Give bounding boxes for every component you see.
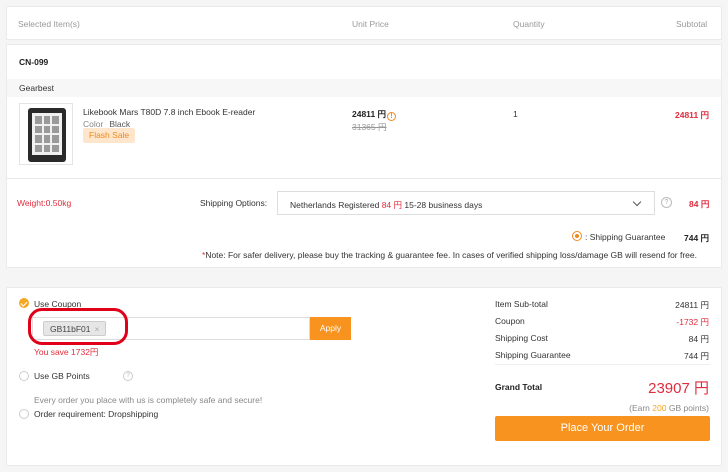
shipping-note: *Note: For safer delivery, please buy th… <box>202 250 697 260</box>
help-icon[interactable]: ? <box>661 197 672 208</box>
summary-value: -1732 円 <box>676 317 709 327</box>
ereader-screen <box>32 113 62 155</box>
cart-header: Selected Item(s) Unit Price Quantity Sub… <box>6 6 722 40</box>
safety-message: Every order you place with us is complet… <box>34 395 263 405</box>
summary-label: Item Sub-total <box>495 299 548 309</box>
place-order-button[interactable]: Place Your Order <box>495 416 710 441</box>
product-name[interactable]: Likebook Mars T80D 7.8 inch Ebook E-read… <box>83 107 255 117</box>
use-coupon-checkbox[interactable] <box>19 298 29 308</box>
note-text: Note: For safer delivery, please buy the… <box>205 250 697 260</box>
shipping-guarantee-radio[interactable] <box>572 231 582 241</box>
highlight-circle <box>28 308 128 345</box>
shipping-fee: 84 円 <box>689 199 710 209</box>
package-weight: Weight:0.50kg <box>17 198 72 208</box>
dropshipping-label: Order requirement: Dropshipping <box>34 409 159 419</box>
summary-label: Shipping Cost <box>495 333 548 343</box>
unit-price: 24811 円! <box>352 108 397 121</box>
earn-points-value: 200 <box>652 403 667 413</box>
shipping-guarantee-fee: 744 円 <box>684 233 710 243</box>
order-panel: CN-099 Gearbest Likebook Mars T80D 7.8 i… <box>6 44 722 268</box>
unit-price-value: 24811 円 <box>352 109 387 119</box>
price-info-icon[interactable]: ! <box>387 112 397 121</box>
earn-points: (Earn 200 GB points) <box>629 403 709 413</box>
grand-total-label: Grand Total <box>495 382 543 392</box>
gb-points-radio[interactable] <box>19 371 29 381</box>
ereader-image <box>28 108 66 162</box>
shipping-options-label: Shipping Options: <box>200 198 268 208</box>
header-subtotal: Subtotal <box>676 19 708 29</box>
chevron-down-icon <box>632 197 642 207</box>
divider <box>495 364 710 365</box>
quantity-value: 1 <box>513 109 518 119</box>
item-subtotal: 24811 円 <box>675 110 710 120</box>
header-quantity: Quantity <box>513 19 545 29</box>
earn-prefix: (Earn <box>629 403 653 413</box>
order-id: CN-099 <box>19 57 49 67</box>
help-icon[interactable]: ? <box>123 371 133 381</box>
gb-points-label: Use GB Points <box>34 371 90 381</box>
summary-value: 744 円 <box>683 351 709 361</box>
shipping-option-price: 84 円 <box>381 200 403 210</box>
summary-label: Coupon <box>495 316 525 326</box>
summary-value: 84 円 <box>688 334 709 344</box>
dropshipping-radio[interactable] <box>19 409 29 419</box>
shipping-option-name: Netherlands Registered <box>290 200 380 210</box>
flash-sale-badge: Flash Sale <box>83 128 136 143</box>
summary-value: 24811 円 <box>675 300 709 310</box>
grand-total-value: 23907 円 <box>648 380 709 397</box>
divider <box>7 178 721 179</box>
earn-suffix: GB points) <box>666 403 709 413</box>
shipping-options-select[interactable]: Netherlands Registered 84 円 15-28 busine… <box>277 191 655 215</box>
header-unit-price: Unit Price <box>352 19 389 29</box>
apply-coupon-button[interactable]: Apply <box>310 317 351 340</box>
seller-name[interactable]: Gearbest <box>19 83 54 93</box>
coupon-savings: You save 1732円 <box>34 347 99 357</box>
header-selected-items: Selected Item(s) <box>18 19 80 29</box>
seller-bar: Gearbest <box>7 79 721 97</box>
product-thumbnail[interactable] <box>19 103 73 165</box>
shipping-option-days: 15-28 business days <box>404 200 483 210</box>
checkout-panel: Use Coupon GB11bF01 × Apply You save 1732… <box>6 287 722 466</box>
summary-label: Shipping Guarantee <box>495 350 571 360</box>
original-price: 31365 円 <box>352 122 387 132</box>
shipping-guarantee-label: : Shipping Guarantee <box>585 232 666 242</box>
selected-shipping-option: Netherlands Registered 84 円 15-28 busine… <box>290 199 482 211</box>
